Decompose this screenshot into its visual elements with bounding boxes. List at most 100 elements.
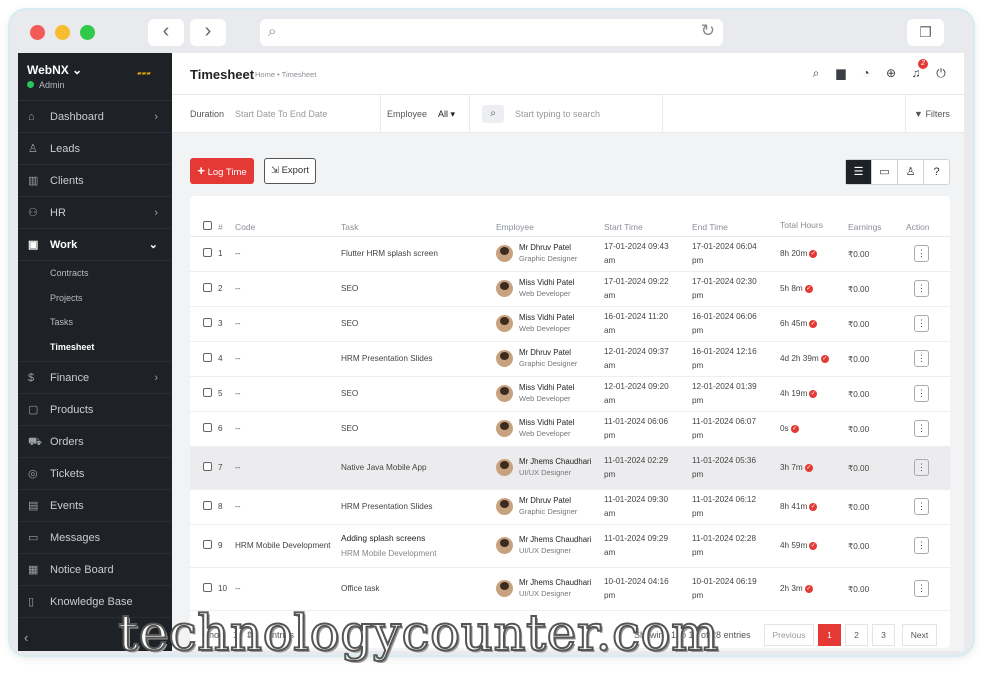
maximize-window-button[interactable] [80,25,95,40]
sidebar-item-work[interactable]: ▣ Work ⌄ [18,229,172,261]
sidebar-item-notice-board[interactable]: ▦ Notice Board [18,554,172,586]
row-action-menu-button[interactable]: ⋮ [914,280,929,297]
row-checkbox[interactable] [203,423,212,432]
col-employee[interactable]: Employee [496,196,604,237]
list-view-icon[interactable]: ☰ [846,160,871,184]
employee-name[interactable]: Miss Vidhi Patel [519,278,574,288]
col-end-time[interactable]: End Time [692,196,780,237]
sidebar-item-dashboard[interactable]: ⌂ Dashboard › [18,101,172,133]
employee-name[interactable]: Mr Jhems Chaudhari [519,535,591,545]
col-earnings[interactable]: Earnings [848,196,906,237]
row-action-menu-button[interactable]: ⋮ [914,385,929,402]
check-circle-icon: ✓ [809,319,818,328]
filters-button[interactable]: ▼ Filters [914,95,950,133]
employee-name[interactable]: Mr Dhruv Patel [519,496,577,506]
sidebar-item-messages[interactable]: ▭ Messages [18,522,172,554]
help-icon[interactable]: ? [923,160,949,184]
tabs-overview-button[interactable]: ❐ [907,19,944,46]
row-checkbox[interactable] [203,283,212,292]
sidebar-subitem-timesheet[interactable]: Timesheet [18,335,172,362]
col-code[interactable]: Code [235,196,341,237]
previous-page-button[interactable]: Previous [764,624,814,646]
row-action-menu-button[interactable]: ⋮ [914,537,929,554]
task-name[interactable]: SEO [341,389,358,398]
employee-name[interactable]: Miss Vidhi Patel [519,418,574,428]
add-circle-icon[interactable]: ⊕ [884,66,898,81]
col-number[interactable]: # [218,196,235,237]
log-time-button[interactable]: + Log Time [190,158,254,184]
task-project: HRM Mobile Development [341,549,437,558]
sticky-note-icon[interactable]: ▆ [834,66,848,81]
employee-name[interactable]: Mr Dhruv Patel [519,348,577,358]
export-button[interactable]: ⇲ Export [264,158,316,184]
select-all-checkbox[interactable] [203,220,212,230]
reload-icon[interactable]: ↻ [701,21,715,41]
close-window-button[interactable] [30,25,45,40]
sidebar-item-clients[interactable]: ▥ Clients [18,165,172,197]
sidebar-item-leads[interactable]: ♙ Leads [18,133,172,165]
employee-name[interactable]: Miss Vidhi Patel [519,383,574,393]
task-name[interactable]: Flutter HRM splash screen [341,249,438,258]
bell-icon[interactable]: ♫ 2 [909,59,928,81]
address-bar[interactable]: ⌕ ↻ [260,19,723,46]
sidebar-subitem-projects[interactable]: Projects [18,286,172,311]
row-checkbox[interactable] [203,318,212,327]
row-action-menu-button[interactable]: ⋮ [914,459,929,476]
next-page-button[interactable]: Next [902,624,937,646]
task-name[interactable]: SEO [341,424,358,433]
employee-name[interactable]: Mr Dhruv Patel [519,243,577,253]
col-task[interactable]: Task [341,196,496,237]
sidebar-item-orders[interactable]: ⛟ Orders [18,426,172,458]
sidebar-item-hr[interactable]: ⚇ HR › [18,197,172,229]
row-checkbox[interactable] [203,248,212,257]
sidebar-item-events[interactable]: ▤ Events [18,490,172,522]
clock-icon[interactable]: ◔ [859,66,873,81]
row-checkbox[interactable] [203,388,212,397]
sidebar-subitem-tasks[interactable]: Tasks [18,310,172,335]
row-action-menu-button[interactable]: ⋮ [914,350,929,367]
employee-role: Web Developer [519,394,571,403]
task-name[interactable]: HRM Presentation Slides [341,502,432,511]
row-checkbox[interactable] [203,353,212,362]
task-name[interactable]: SEO [341,319,358,328]
page-1-button[interactable]: 1 [818,624,841,646]
minimize-window-button[interactable] [55,25,70,40]
duration-picker[interactable]: Start Date To End Date [235,95,327,133]
task-name[interactable]: Native Java Mobile App [341,463,427,472]
employee-name[interactable]: Mr Jhems Chaudhari [519,457,591,467]
employee-name[interactable]: Mr Jhems Chaudhari [519,578,591,588]
power-icon[interactable]: ⏻ [934,66,948,81]
collapse-sidebar-icon[interactable]: ‹ [24,630,28,645]
row-checkbox[interactable] [203,540,212,549]
task-name[interactable]: HRM Presentation Slides [341,354,432,363]
task-name[interactable]: Office task [341,584,380,593]
employee-name[interactable]: Miss Vidhi Patel [519,313,574,323]
row-action-menu-button[interactable]: ⋮ [914,420,929,437]
task-name[interactable]: Adding splash screens [341,533,496,543]
col-total-hours[interactable]: Total Hours [780,196,848,237]
row-checkbox[interactable] [203,583,212,592]
task-name[interactable]: SEO [341,284,358,293]
company-switcher[interactable]: WebNX ⌄ Admin ▰▰▰ [18,53,172,101]
col-start-time[interactable]: Start Time [604,196,692,237]
search-icon[interactable]: ⌕ [809,66,823,81]
search-input[interactable]: Start typing to search [515,95,600,133]
row-action-menu-button[interactable]: ⋮ [914,498,929,515]
row-checkbox[interactable] [203,462,212,471]
row-action-menu-button[interactable]: ⋮ [914,315,929,332]
row-action-menu-button[interactable]: ⋮ [914,580,929,597]
sidebar-item-products[interactable]: ▢ Products [18,394,172,426]
forward-button[interactable]: › [190,19,226,46]
sidebar-item-finance[interactable]: $ Finance › [18,362,172,394]
user-view-icon[interactable]: ♙ [897,160,923,184]
sidebar-subitem-contracts[interactable]: Contracts [18,261,172,286]
sidebar-item-tickets[interactable]: ◎ Tickets [18,458,172,490]
row-earnings: ₹0.00 [848,489,906,525]
row-checkbox[interactable] [203,501,212,510]
back-button[interactable]: ‹ [148,19,184,46]
calendar-view-icon[interactable]: ▭ [871,160,897,184]
employee-select[interactable]: All ▾ [438,95,455,133]
page-2-button[interactable]: 2 [845,624,868,646]
row-action-menu-button[interactable]: ⋮ [914,245,929,262]
page-3-button[interactable]: 3 [872,624,895,646]
